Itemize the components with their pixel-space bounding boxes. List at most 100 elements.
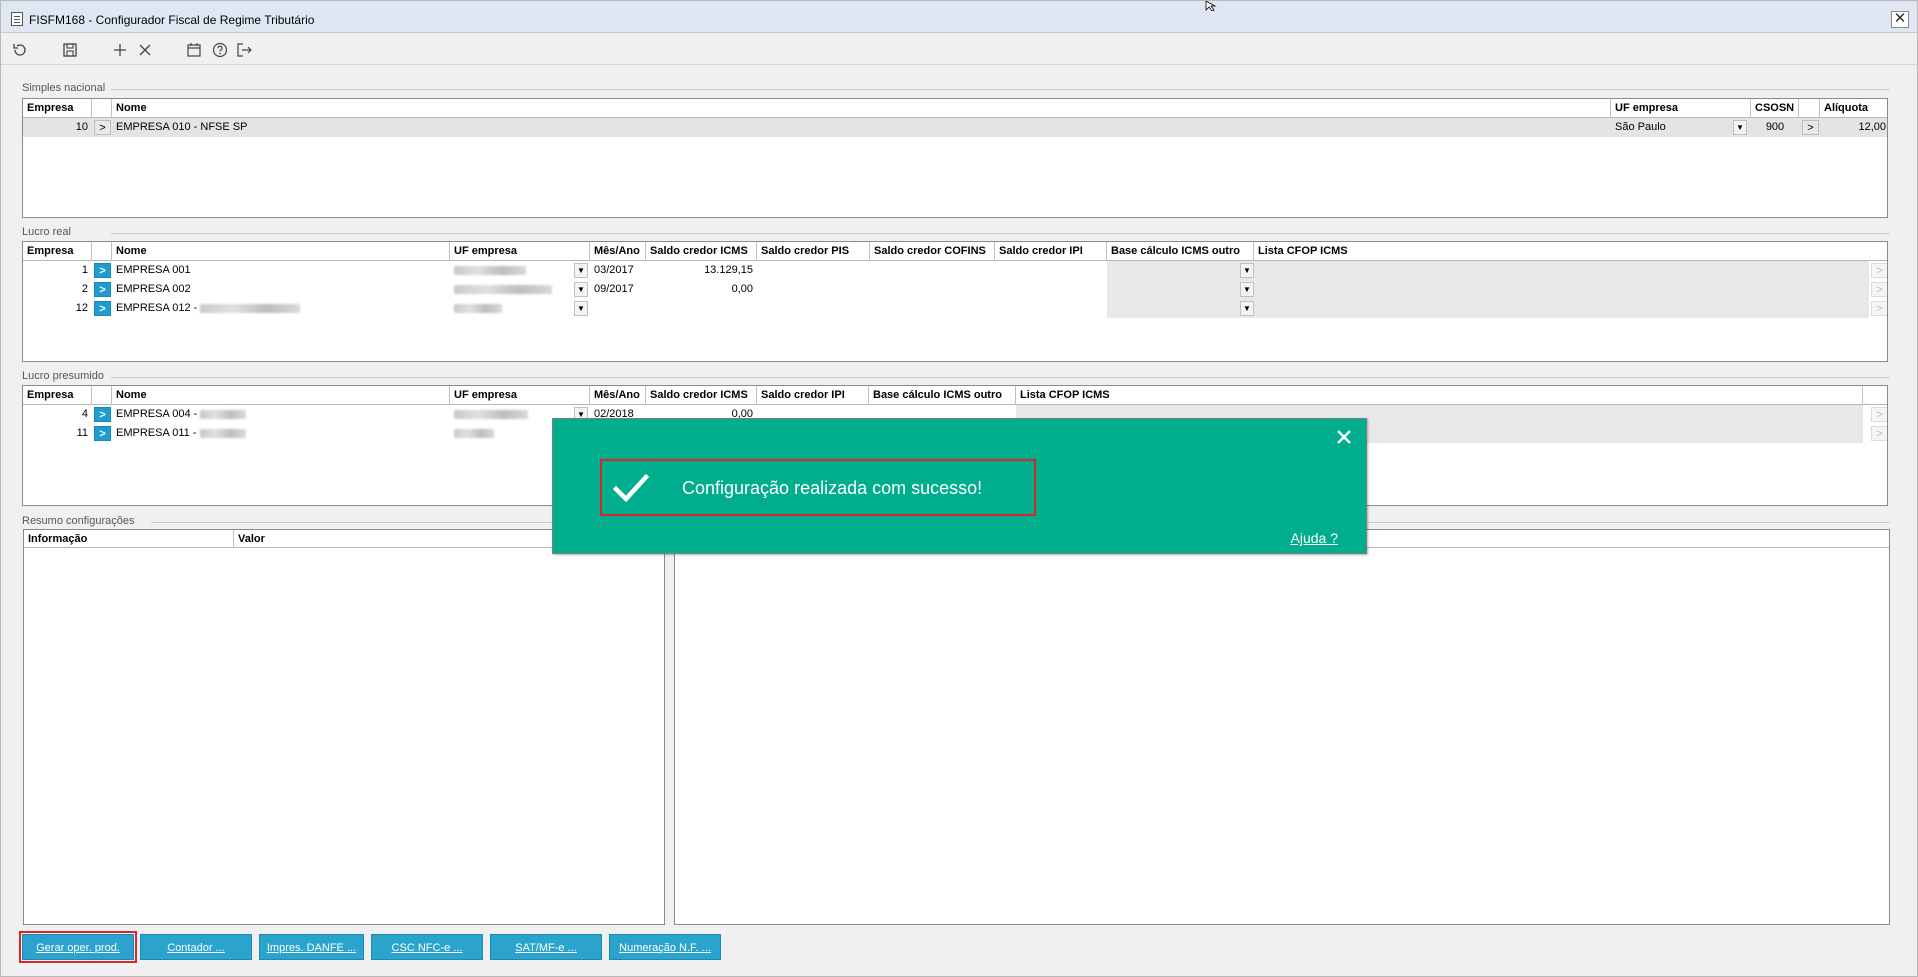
cell-base-icms[interactable]	[1107, 299, 1254, 318]
section-title-resumo: Resumo configurações	[22, 515, 135, 527]
header-uf[interactable]: UF empresa	[1611, 99, 1751, 118]
open-empresa-button[interactable]: >	[94, 120, 111, 135]
uf-dropdown-arrow-icon[interactable]: ▼	[574, 301, 588, 316]
header-lista-cfop[interactable]: Lista CFOP ICMS	[1016, 386, 1863, 405]
add-icon[interactable]	[111, 41, 129, 59]
open-empresa-button[interactable]: >	[94, 263, 111, 278]
mouse-cursor-icon	[1205, 0, 1219, 12]
grid-header: Empresa Nome UF empresa CSOSN Alíquota	[23, 99, 1887, 118]
header-uf[interactable]: UF empresa	[450, 386, 590, 405]
section-title-lucro-presumido: Lucro presumido	[22, 370, 104, 382]
open-cfop-button[interactable]: >	[1871, 407, 1887, 422]
header-blank	[92, 386, 112, 405]
table-row[interactable]: 2 > EMPRESA 002 ▼ 09/2017 0,00 ▼ >	[23, 280, 1887, 299]
cell-uf[interactable]	[450, 299, 572, 318]
cell-nome-text: EMPRESA 004 -	[116, 408, 198, 420]
section-divider	[111, 377, 1890, 378]
header-base-icms[interactable]: Base cálculo ICMS outro	[869, 386, 1016, 405]
table-row[interactable]: 10 > EMPRESA 010 - NFSE SP São Paulo ▼ 9…	[23, 118, 1887, 137]
help-link[interactable]: Ajuda ?	[1291, 530, 1338, 546]
header-saldo-icms[interactable]: Saldo credor ICMS	[646, 242, 757, 261]
save-icon[interactable]	[61, 41, 79, 59]
cell-mes-ano[interactable]: 03/2017	[590, 261, 646, 280]
uf-dropdown-arrow-icon[interactable]: ▼	[574, 282, 588, 297]
cell-lista-cfop[interactable]	[1254, 261, 1869, 280]
cell-uf[interactable]: São Paulo	[1611, 118, 1733, 137]
open-cfop-button[interactable]: >	[1871, 282, 1887, 297]
header-nome[interactable]: Nome	[112, 386, 450, 405]
cell-nome-text: EMPRESA 011 -	[116, 427, 197, 439]
open-empresa-button[interactable]: >	[94, 407, 111, 422]
close-toast-icon[interactable]	[1332, 425, 1356, 449]
cell-empresa: 1	[81, 264, 88, 276]
impres-danfe-button[interactable]: Impres. DANFE ...	[259, 934, 364, 960]
open-empresa-button[interactable]: >	[94, 301, 111, 316]
header-uf[interactable]: UF empresa	[450, 242, 590, 261]
open-empresa-button[interactable]: >	[94, 282, 111, 297]
uf-dropdown-arrow-icon[interactable]: ▼	[574, 263, 588, 278]
checkmark-icon	[612, 471, 650, 505]
header-mes-ano[interactable]: Mês/Ano	[590, 242, 646, 261]
cell-saldo-icms[interactable]: 13.129,15	[646, 261, 757, 280]
header-empresa[interactable]: Empresa	[23, 386, 92, 405]
cell-empresa: 12	[75, 302, 88, 314]
header-nome[interactable]: Nome	[112, 242, 450, 261]
document-icon	[11, 12, 23, 26]
open-empresa-button[interactable]: >	[94, 426, 111, 441]
base-icms-dropdown-arrow-icon[interactable]: ▼	[1240, 301, 1254, 316]
header-empresa[interactable]: Empresa	[23, 99, 92, 118]
delete-icon[interactable]	[136, 41, 154, 59]
calendar-icon[interactable]	[185, 41, 203, 59]
exit-icon[interactable]	[235, 41, 253, 59]
header-saldo-icms[interactable]: Saldo credor ICMS	[646, 386, 757, 405]
cell-mes-ano[interactable]	[590, 299, 646, 318]
cell-base-icms[interactable]	[1107, 261, 1254, 280]
cell-nome: EMPRESA 012 -	[112, 299, 450, 318]
cell-uf[interactable]	[450, 261, 572, 280]
cell-base-icms[interactable]	[1107, 280, 1254, 299]
cell-lista-cfop[interactable]	[1254, 280, 1869, 299]
blurred-value	[200, 303, 301, 313]
open-cfop-button[interactable]: >	[1871, 301, 1887, 316]
grid-header: Empresa Nome UF empresa Mês/Ano Saldo cr…	[23, 242, 1887, 261]
header-informacao[interactable]: Informação	[24, 530, 234, 548]
cell-nome: EMPRESA 011 -	[112, 424, 450, 443]
numeracao-nf-button[interactable]: Numeração N.F. ...	[609, 934, 721, 960]
title-bar: FISFM168 - Configurador Fiscal de Regime…	[1, 1, 1917, 33]
refresh-icon[interactable]	[11, 41, 29, 59]
header-saldo-cofins[interactable]: Saldo credor COFINS	[870, 242, 995, 261]
uf-dropdown-arrow-icon[interactable]: ▼	[1733, 120, 1747, 135]
section-divider	[111, 89, 1890, 90]
cell-lista-cfop[interactable]	[1254, 299, 1869, 318]
section-divider	[111, 233, 1890, 234]
csc-nfce-button[interactable]: CSC NFC-e ...	[371, 934, 483, 960]
sat-mfe-button[interactable]: SAT/MF-e ...	[490, 934, 602, 960]
header-mes-ano[interactable]: Mês/Ano	[590, 386, 646, 405]
cell-uf[interactable]	[450, 280, 572, 299]
header-saldo-ipi[interactable]: Saldo credor IPI	[757, 386, 869, 405]
base-icms-dropdown-arrow-icon[interactable]: ▼	[1240, 263, 1254, 278]
header-nome[interactable]: Nome	[112, 99, 1611, 118]
gerar-oper-prod-button[interactable]: Gerar oper. prod.	[19, 931, 137, 963]
header-empresa[interactable]: Empresa	[23, 242, 92, 261]
open-csosn-button[interactable]: >	[1802, 120, 1819, 135]
base-icms-dropdown-arrow-icon[interactable]: ▼	[1240, 282, 1254, 297]
cell-mes-ano[interactable]: 09/2017	[590, 280, 646, 299]
contador-button[interactable]: Contador ...	[140, 934, 252, 960]
header-saldo-pis[interactable]: Saldo credor PIS	[757, 242, 870, 261]
cell-empresa: 2	[81, 283, 88, 295]
blurred-value	[454, 428, 494, 438]
table-row[interactable]: 12 > EMPRESA 012 - ▼ ▼ >	[23, 299, 1887, 318]
header-csosn[interactable]: CSOSN	[1751, 99, 1799, 118]
table-row[interactable]: 1 > EMPRESA 001 ▼ 03/2017 13.129,15 ▼ >	[23, 261, 1887, 280]
help-icon[interactable]	[211, 41, 229, 59]
cell-saldo-icms[interactable]	[646, 299, 757, 318]
header-saldo-ipi[interactable]: Saldo credor IPI	[995, 242, 1107, 261]
header-base-icms[interactable]: Base cálculo ICMS outro	[1107, 242, 1254, 261]
open-cfop-button[interactable]: >	[1871, 263, 1887, 278]
open-cfop-button[interactable]: >	[1871, 426, 1887, 441]
header-aliquota[interactable]: Alíquota	[1820, 99, 1887, 118]
close-window-button[interactable]: ✕	[1891, 11, 1909, 28]
cell-saldo-icms[interactable]: 0,00	[646, 280, 757, 299]
header-lista-cfop[interactable]: Lista CFOP ICMS	[1254, 242, 1887, 261]
